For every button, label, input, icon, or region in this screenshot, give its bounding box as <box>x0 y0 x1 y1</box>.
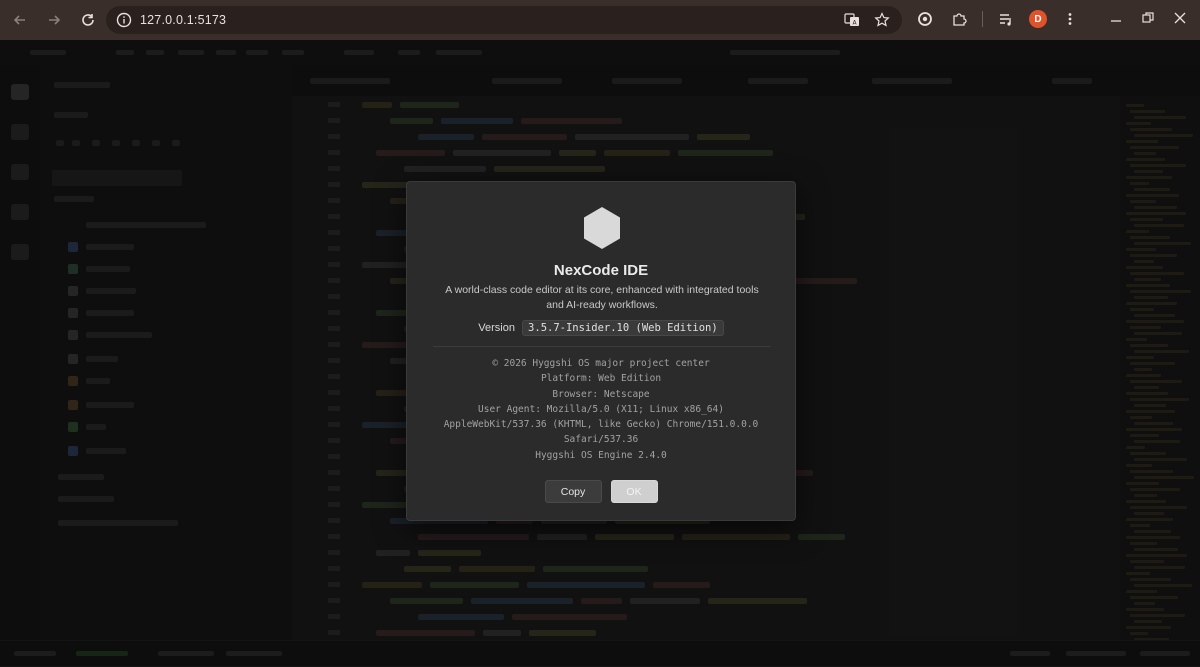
browser-menu-button[interactable] <box>1059 8 1081 30</box>
app-name: NexCode IDE <box>553 262 649 279</box>
tagline-line-2: and AI-ready workflows. <box>546 299 658 311</box>
translate-icon: A <box>844 13 859 27</box>
dialog-buttons: Copy OK <box>407 480 795 503</box>
platform-text: Platform: Web Edition <box>540 373 662 385</box>
version-row: Version 3.5.7-Insider.10 (Web Edition) <box>407 320 795 336</box>
media-controls-button[interactable] <box>995 8 1017 30</box>
translate-button[interactable]: A <box>842 10 862 30</box>
about-dialog: NexCode IDE A world-class code editor at… <box>406 181 796 521</box>
forward-icon <box>49 15 61 25</box>
minimize-button[interactable] <box>1108 10 1124 26</box>
dialog-divider <box>433 346 771 347</box>
reload-icon <box>82 14 94 26</box>
restore-icon <box>1142 12 1154 23</box>
forward-button[interactable] <box>38 4 70 36</box>
version-value: 3.5.7-Insider.10 (Web Edition) <box>522 320 724 336</box>
close-window-button[interactable] <box>1172 10 1188 26</box>
tagline-line-1: A world-class code editor at its core, e… <box>445 284 759 296</box>
address-bar[interactable]: 127.0.0.1:5173 A <box>106 6 902 34</box>
version-label: Version <box>478 322 515 334</box>
toolbar-divider <box>982 11 983 27</box>
back-button[interactable] <box>4 4 36 36</box>
bookmark-star-icon <box>874 12 890 27</box>
menu-dots-icon <box>1068 13 1072 25</box>
bookmark-button[interactable] <box>872 10 892 30</box>
app-tagline: A world-class code editor at its core, e… <box>437 283 767 313</box>
user-agent-line-2: AppleWebKit/537.36 (KHTML, like Gecko) C… <box>443 419 759 431</box>
extension-puzzle-icon <box>953 13 967 26</box>
restore-button[interactable] <box>1140 10 1156 26</box>
extensions-button[interactable] <box>948 8 970 30</box>
site-info-button[interactable] <box>114 10 134 30</box>
copy-button[interactable]: Copy <box>544 480 602 503</box>
ok-button[interactable]: OK <box>610 480 658 503</box>
browser-text: Browser: Netscape <box>552 388 650 400</box>
close-icon <box>1174 12 1186 24</box>
back-icon <box>13 15 25 25</box>
site-info-icon <box>116 12 132 28</box>
user-agent-line-1: User Agent: Mozilla/5.0 (X11; Linux x86_… <box>478 403 724 415</box>
reload-button[interactable] <box>72 4 104 36</box>
system-info: © 2026 Hyggshi OS major project center P… <box>407 356 795 463</box>
address-url[interactable]: 127.0.0.1:5173 <box>140 13 226 27</box>
copyright-text: © 2026 Hyggshi OS major project center <box>492 358 710 369</box>
lens-button[interactable] <box>914 8 936 30</box>
user-agent-line-3: Safari/537.36 <box>563 434 639 446</box>
minimize-icon <box>1111 20 1121 22</box>
engine-text: Hyggshi OS Engine 2.4.0 <box>535 449 667 461</box>
app-logo-hexagon-icon <box>584 207 620 249</box>
lens-icon <box>918 12 932 26</box>
profile-avatar[interactable]: D <box>1029 10 1047 28</box>
media-controls-icon <box>1000 14 1011 26</box>
browser-toolbar: 127.0.0.1:5173 A D <box>0 0 1200 40</box>
